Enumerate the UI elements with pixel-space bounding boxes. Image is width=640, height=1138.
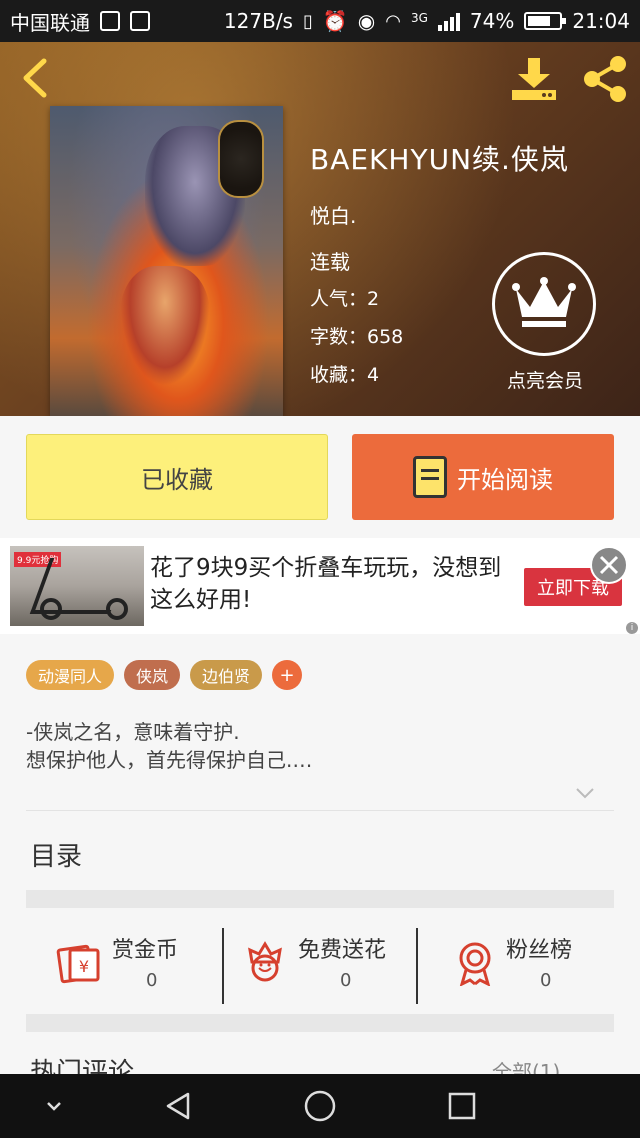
ad-text[interactable]: 花了9块9买个折叠车玩玩，没想到这么好用! (150, 552, 510, 616)
book-status: 连载 (310, 250, 350, 274)
add-tag-button[interactable]: + (272, 660, 303, 690)
tag-chip[interactable]: 动漫同人 (26, 660, 115, 690)
cover-seal-icon (218, 120, 264, 198)
flower-icon (248, 941, 282, 982)
red-envelope-icon: ¥ (56, 944, 100, 984)
chevron-down-icon[interactable] (574, 782, 596, 804)
vibrate-icon: ▯ (302, 10, 313, 32)
free-flower-item[interactable]: 免费送花 0 (224, 918, 418, 1014)
book-header: BAEKHYUN续.侠岚 悦白. 连载 人气：2 字数：658 收藏：4 点亮会… (0, 42, 640, 416)
system-nav-bar (0, 1074, 640, 1138)
eye-icon: ◉ (357, 9, 376, 33)
close-icon (599, 555, 619, 575)
tag-chip[interactable]: 边伯贤 (190, 660, 263, 690)
crown-icon (512, 277, 576, 327)
start-reading-button[interactable]: 开始阅读 (352, 434, 614, 520)
network-type: 3G (410, 11, 428, 25)
ad-close-button[interactable] (590, 546, 628, 584)
collected-button[interactable]: 已收藏 (26, 434, 328, 520)
tip-coins-item[interactable]: ¥ 赏金币 0 (26, 918, 222, 1014)
book-icon (413, 456, 447, 498)
share-button[interactable] (580, 54, 630, 104)
ad-info-icon[interactable]: i (626, 622, 638, 634)
battery-percent: 74% (469, 9, 515, 33)
vip-button[interactable] (492, 252, 596, 356)
signal-icon (437, 11, 460, 31)
back-arrow-icon (23, 58, 47, 98)
status-bar: 中国联通 127B/s ▯ ⏰ ◉ ◠ 3G 74% 21:04 (0, 0, 640, 42)
free-flower-value: 0 (340, 970, 352, 991)
network-speed: 127B/s (223, 9, 293, 33)
book-title: BAEKHYUN续.侠岚 (310, 143, 569, 176)
square-recents-icon (448, 1092, 476, 1120)
fan-ranking-value: 0 (540, 970, 552, 991)
tag-chip[interactable]: 侠岚 (124, 660, 181, 690)
clock: 21:04 (572, 9, 630, 33)
section-divider (26, 1014, 614, 1032)
battery-icon (524, 12, 567, 30)
book-author[interactable]: 悦白. (310, 200, 356, 229)
ad-image[interactable]: 9.9元抢购 (10, 546, 144, 626)
action-area: 已收藏 开始阅读 (0, 416, 640, 538)
share-icon (584, 56, 626, 102)
popularity-stat: 人气：2 (310, 288, 380, 310)
alarm-icon: ⏰ (322, 9, 348, 33)
free-flower-label: 免费送花 (298, 938, 387, 963)
tag-list: 动漫同人 侠岚 边伯贤 + (26, 660, 303, 690)
divider (26, 810, 614, 811)
collected-label: 已收藏 (141, 465, 213, 494)
book-cover[interactable] (50, 106, 283, 416)
chevron-down-icon (47, 1102, 61, 1111)
word-count-stat: 字数：658 (310, 326, 404, 348)
table-of-contents-title[interactable]: 目录 (30, 836, 82, 873)
svg-text:¥: ¥ (79, 957, 89, 976)
ad-banner[interactable]: 9.9元抢购 花了9块9买个折叠车玩玩，没想到这么好用! 立即下载 (0, 538, 640, 634)
nav-home-button[interactable] (302, 1088, 338, 1124)
start-reading-label: 开始阅读 (457, 465, 553, 494)
back-button[interactable] (16, 58, 52, 98)
circle-home-icon (304, 1090, 336, 1122)
tip-coins-value: 0 (146, 970, 158, 991)
book-description[interactable]: -侠岚之名，意味着守护. 想保护他人，首先得保护自己.… (26, 718, 606, 774)
download-button[interactable] (508, 56, 560, 102)
nav-hide-button[interactable] (36, 1088, 72, 1124)
section-divider (26, 890, 614, 908)
wifi-icon: ◠ (385, 10, 401, 32)
nav-back-button[interactable] (160, 1088, 196, 1124)
download-icon (512, 58, 556, 100)
favorites-stat: 收藏：4 (310, 364, 380, 386)
nav-recents-button[interactable] (444, 1088, 480, 1124)
tip-coins-label: 赏金币 (112, 938, 179, 963)
interaction-stats: ¥ 赏金币 0 免费送花 0 粉丝榜 0 (26, 918, 614, 1014)
notification-icon (100, 11, 120, 31)
vip-label[interactable]: 点亮会员 (490, 366, 600, 393)
fan-ranking-label: 粉丝榜 (506, 938, 573, 963)
carrier-label: 中国联通 (10, 10, 90, 35)
app-notification-icon (130, 11, 150, 31)
fan-ranking-item[interactable]: 粉丝榜 0 (418, 918, 614, 1014)
medal-icon (459, 942, 491, 986)
triangle-back-icon (166, 1092, 190, 1120)
